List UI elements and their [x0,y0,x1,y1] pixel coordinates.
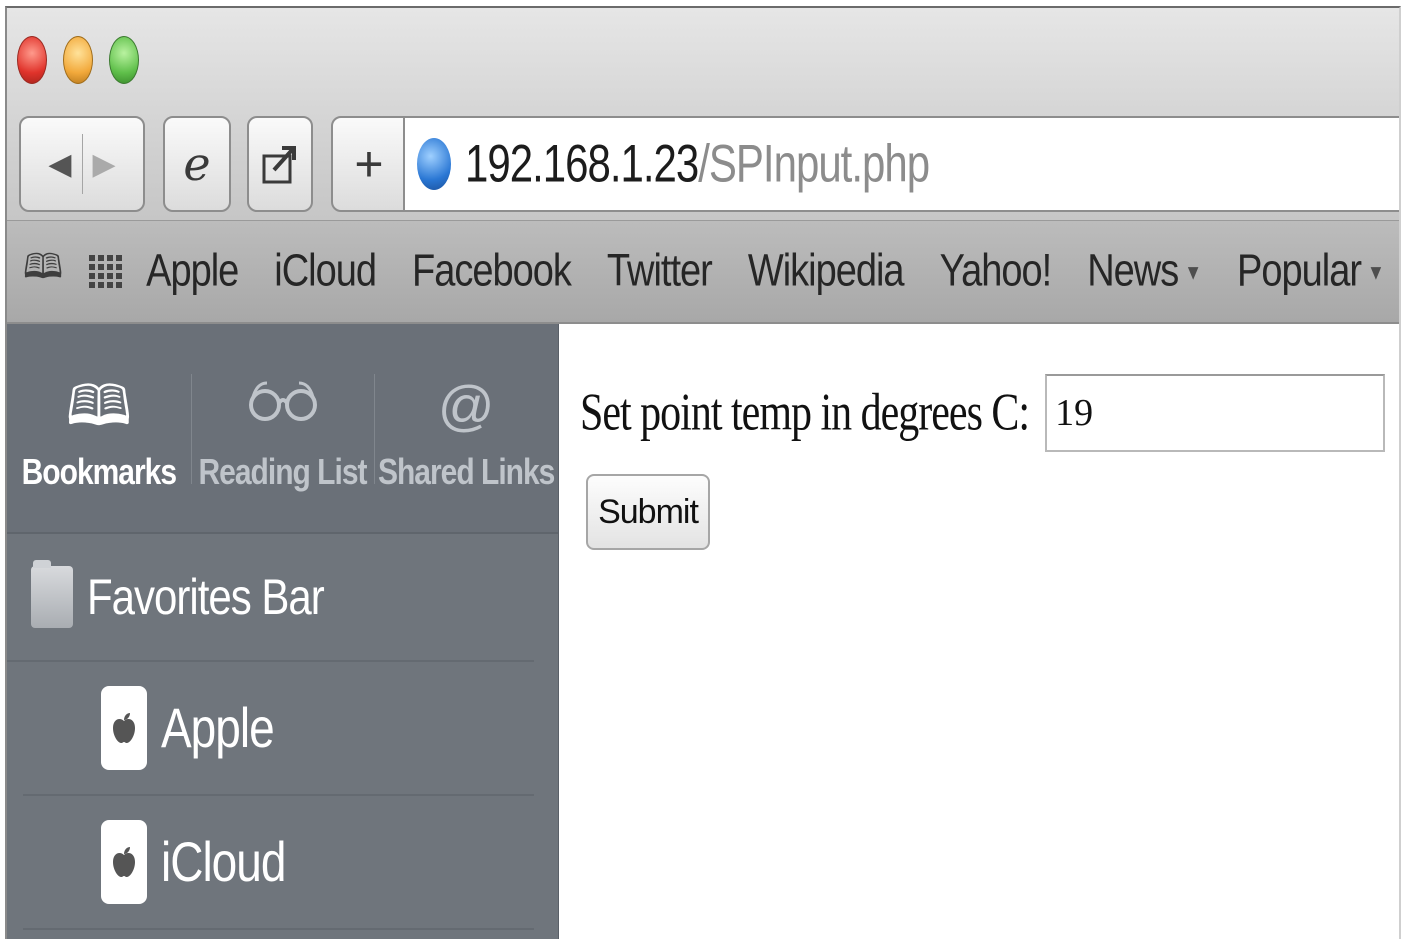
sidebar-bookmark-apple[interactable]: Apple [23,662,534,796]
share-button[interactable] [247,116,313,212]
back-forward-buttons: ◀ ▶ [19,116,145,212]
bookmark-label: iCloud [161,830,286,894]
forward-arrow-icon[interactable]: ▶ [93,147,116,182]
nav-divider [81,134,83,194]
chevron-down-icon: ▼ [1367,260,1385,285]
favorites-bar: 🕮 Apple iCloud Facebook Twitter Wikipedi… [7,220,1399,324]
favorites-item-news[interactable]: News ▼ [1087,245,1202,298]
minimize-window-button[interactable] [63,36,93,84]
setpoint-temp-input[interactable] [1045,374,1386,452]
open-book-icon[interactable]: 🕮 [23,243,63,300]
tab-reading-list[interactable]: Reading List [190,324,375,532]
zoom-window-button[interactable] [109,36,139,84]
favorites-item-popular[interactable]: Popular ▼ [1237,245,1385,298]
tab-bookmarks[interactable]: 🕮 Bookmarks [7,324,191,532]
tab-bookmarks-label: Bookmarks [21,452,177,493]
page-content: Set point temp in degrees C: Submit [560,324,1399,939]
submit-button[interactable]: Submit [586,474,710,550]
apple-icon [101,820,147,904]
folder-label: Favorites Bar [87,568,325,625]
apple-icon [101,686,147,770]
title-toolbar-area: ◀ ▶ e + 192.168.1.23/SPInput.php [7,8,1399,220]
url-path: /SPInput.php [698,134,930,193]
tab-shared-links[interactable]: @ Shared Links [374,324,558,532]
favorites-item-apple[interactable]: Apple [146,246,239,298]
favorites-item-icloud[interactable]: iCloud [274,246,377,298]
setpoint-label: Set point temp in degrees C: [580,384,1030,442]
favorites-bar-folder[interactable]: Favorites Bar [7,534,534,662]
favorites-item-popular-label: Popular [1237,245,1362,297]
favorites-item-facebook[interactable]: Facebook [412,246,572,298]
sidebar-tabs: 🕮 Bookmarks Reading List @ Shared Links [7,324,558,534]
back-arrow-icon[interactable]: ◀ [48,147,71,182]
browser-window: ◀ ▶ e + 192.168.1.23/SPInput.php 🕮 Apple… [5,6,1401,939]
close-window-button[interactable] [17,36,47,84]
bookmark-label: Apple [161,696,275,760]
favorites-item-news-label: News [1087,245,1179,297]
chevron-down-icon: ▼ [1184,260,1202,285]
favorites-item-yahoo[interactable]: Yahoo! [940,246,1053,298]
glasses-icon [247,366,319,446]
bookmarks-sidebar: 🕮 Bookmarks Reading List @ Shared Links … [7,324,559,939]
globe-icon [417,138,451,190]
internet-explorer-icon: e [183,137,211,191]
share-icon [262,146,296,184]
folder-icon [31,560,73,628]
favorites-item-twitter[interactable]: Twitter [607,246,713,298]
sidebar-bookmark-icloud[interactable]: iCloud [23,796,534,930]
plus-icon: + [354,136,384,192]
at-sign-icon: @ [437,374,495,437]
ie-extension-button[interactable]: e [163,116,231,212]
address-bar[interactable]: 192.168.1.23/SPInput.php [403,116,1399,212]
setpoint-form: Set point temp in degrees C: [580,374,1386,452]
url-host: 192.168.1.23 [465,134,699,193]
url-text: 192.168.1.23/SPInput.php [465,134,930,194]
open-book-icon: 🕮 [65,374,132,437]
add-bookmark-button[interactable]: + [331,116,407,212]
tab-shared-links-label: Shared Links [377,452,555,493]
tab-reading-list-label: Reading List [198,452,368,493]
favorites-item-wikipedia[interactable]: Wikipedia [748,246,905,298]
top-sites-grid-icon[interactable] [89,255,123,288]
